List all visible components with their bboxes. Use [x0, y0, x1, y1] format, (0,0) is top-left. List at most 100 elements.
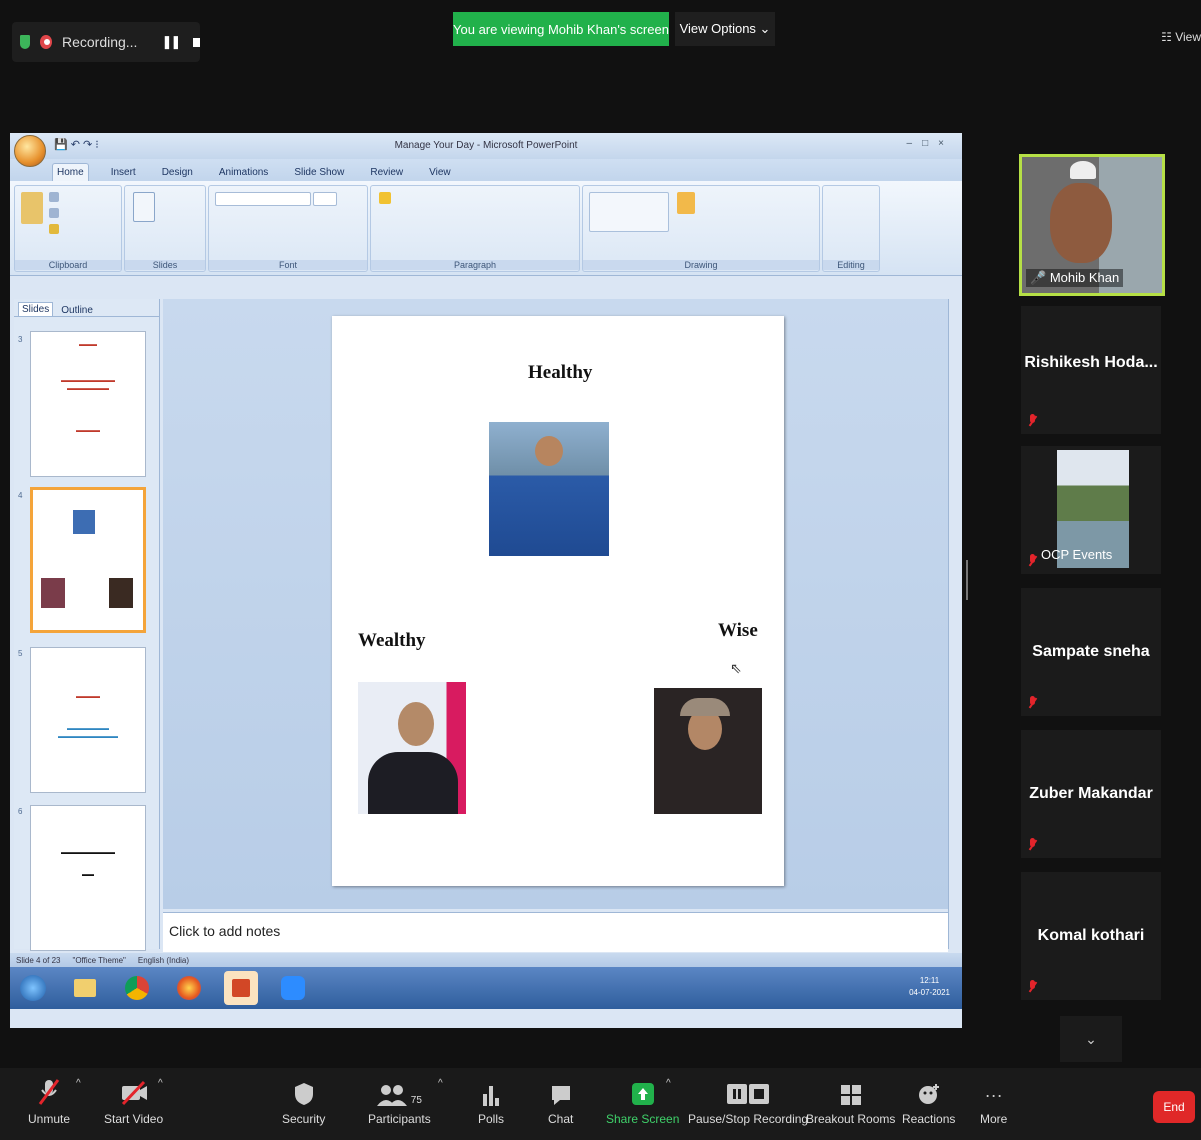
participant-tile[interactable]: OCP Events: [1021, 446, 1161, 574]
polls-button[interactable]: Polls: [478, 1076, 504, 1126]
bullets-icon: [379, 192, 391, 204]
ribbon-tabs: Home Insert Design Animations Slide Show…: [10, 159, 962, 181]
powerpoint-taskbar-icon: [224, 971, 258, 1005]
share-options-caret[interactable]: ^: [666, 1078, 671, 1089]
participant-name: Sampate sneha: [1032, 643, 1150, 660]
windows-taskbar: 12:11 04-07-2021: [10, 967, 962, 1009]
status-language: English (India): [137, 955, 190, 965]
shared-screen: 💾 ↶ ↷ ⁝ Manage Your Day - Microsoft Powe…: [10, 133, 962, 1028]
tab-slide-show: Slide Show: [294, 167, 345, 178]
polls-label: Polls: [478, 1112, 505, 1126]
more-button[interactable]: ··· More: [980, 1076, 1007, 1126]
new-slide-icon: [133, 192, 155, 222]
video-name-label: 🎤 Mohib Khan: [1026, 269, 1124, 287]
participant-tile[interactable]: Sampate sneha: [1021, 588, 1161, 716]
face-shape: [535, 436, 563, 466]
cricketer-photo: [489, 422, 609, 556]
copy-icon: [49, 208, 59, 218]
reactions-icon: [917, 1076, 941, 1106]
slide-scrollbar[interactable]: [948, 299, 962, 949]
ribbon: Clipboard Slides Font Paragraph Drawing: [10, 181, 962, 276]
thumb-line: ▬▬▬▬: [76, 694, 100, 700]
thumb-image: [73, 510, 95, 534]
participant-tile[interactable]: Komal kothari: [1021, 872, 1161, 1000]
notes-pane: Click to add notes: [163, 912, 948, 952]
active-speaker-video[interactable]: 🎤 Mohib Khan: [1019, 154, 1165, 296]
group-label: Editing: [823, 260, 879, 270]
scroll-down-button[interactable]: ⌄: [1060, 1016, 1122, 1062]
security-button[interactable]: Security: [282, 1076, 325, 1126]
pause-recording-icon[interactable]: ❚❚: [161, 34, 181, 50]
thumb-number: 4: [18, 491, 23, 500]
meeting-toolbar: Unmute ^ Start Video ^ Security 75 Parti…: [0, 1068, 1201, 1140]
unmute-button[interactable]: Unmute: [28, 1076, 70, 1126]
tab-review: Review: [370, 167, 404, 178]
chat-button[interactable]: Chat: [548, 1076, 573, 1126]
breakout-rooms-label: Breakout Rooms: [806, 1112, 896, 1126]
unmute-options-caret[interactable]: ^: [76, 1078, 81, 1089]
chat-icon: [550, 1076, 572, 1106]
participant-tile[interactable]: Rishikesh Hoda...: [1021, 306, 1161, 434]
chrome-icon: [120, 971, 154, 1005]
pause-stop-label: Pause/Stop Recording: [688, 1112, 809, 1126]
video-options-caret[interactable]: ^: [158, 1078, 163, 1089]
participant-tile[interactable]: Zuber Makandar: [1021, 730, 1161, 858]
group-label: Drawing: [583, 260, 819, 270]
slide-thumbnail: ▬▬▬▬ ▬▬▬▬▬▬▬ ▬▬▬▬▬▬▬▬▬▬: [30, 647, 146, 793]
hair-shape: [680, 698, 730, 716]
group-label: Paragraph: [371, 260, 579, 270]
participants-button[interactable]: 75 Participants: [368, 1076, 431, 1126]
slide-thumbnail: ▬▬▬ ▬▬▬▬▬▬▬▬▬ ▬▬▬▬▬▬▬ ▬▬▬▬: [30, 331, 146, 477]
group-clipboard: Clipboard: [14, 185, 122, 272]
end-meeting-button[interactable]: End: [1153, 1091, 1195, 1123]
window-title: Manage Your Day - Microsoft PowerPoint: [394, 140, 578, 151]
system-tray-clock: 12:11 04-07-2021: [909, 975, 950, 999]
face-shape: [398, 702, 434, 746]
tray-date: 04-07-2021: [909, 988, 950, 997]
firefox-icon: [172, 971, 206, 1005]
group-label: Slides: [125, 260, 205, 270]
participant-name: OCP Events: [1041, 547, 1113, 562]
participants-icon: 75: [376, 1076, 422, 1106]
muted-mic-icon: [1027, 696, 1037, 710]
mic-muted-icon: [38, 1076, 60, 1106]
tab-insert: Insert: [110, 167, 136, 178]
windows-start-icon: [16, 971, 50, 1005]
thumb-line: ▬▬▬▬▬▬▬▬▬: [61, 378, 115, 384]
recording-indicator: Recording... ❚❚: [12, 22, 200, 62]
thumb-line: ▬▬▬: [79, 342, 97, 348]
reactions-button[interactable]: Reactions: [902, 1076, 955, 1126]
view-button[interactable]: ☷ View: [1161, 30, 1201, 44]
split-handle[interactable]: [966, 560, 968, 600]
start-video-label: Start Video: [104, 1112, 164, 1126]
group-drawing: Drawing: [582, 185, 820, 272]
status-theme: "Office Theme": [72, 955, 126, 965]
thumb-line: ▬▬▬▬▬▬▬: [67, 386, 109, 392]
view-options-button[interactable]: View Options ⌄: [675, 12, 775, 46]
slide-heading-wealthy: Wealthy: [358, 630, 426, 651]
group-slides: Slides: [124, 185, 206, 272]
start-video-button[interactable]: Start Video: [104, 1076, 163, 1126]
thumb-number: 3: [18, 335, 23, 344]
ppt-status-bar: Slide 4 of 23 "Office Theme" English (In…: [10, 953, 962, 967]
pause-stop-recording-button[interactable]: Pause/Stop Recording: [688, 1076, 808, 1126]
thumb-image: [109, 578, 133, 608]
slide-heading-wise: Wise: [718, 620, 758, 641]
window-controls: –□×: [906, 138, 954, 149]
thumb-line: ▬▬▬▬▬▬▬▬▬: [61, 850, 115, 856]
encryption-shield-icon: [20, 35, 31, 49]
share-screen-label: Share Screen: [606, 1112, 680, 1126]
shield-icon: [294, 1076, 314, 1106]
stop-recording-icon[interactable]: [193, 37, 200, 47]
slide-edit-area: Healthy Wealthy Wise ⇖: [163, 299, 948, 909]
paste-icon: [21, 192, 43, 224]
slide-thumbnail-selected: [30, 487, 146, 633]
participants-options-caret[interactable]: ^: [438, 1078, 443, 1089]
thumb-line: ▬▬▬▬: [76, 428, 100, 434]
file-explorer-icon: [68, 971, 102, 1005]
breakout-rooms-button[interactable]: Breakout Rooms: [806, 1076, 895, 1126]
quick-access-toolbar: 💾 ↶ ↷ ⁝: [54, 139, 99, 151]
tab-design: Design: [161, 167, 193, 178]
thumb-number: 6: [18, 807, 23, 816]
cap-shape: [1070, 161, 1096, 179]
